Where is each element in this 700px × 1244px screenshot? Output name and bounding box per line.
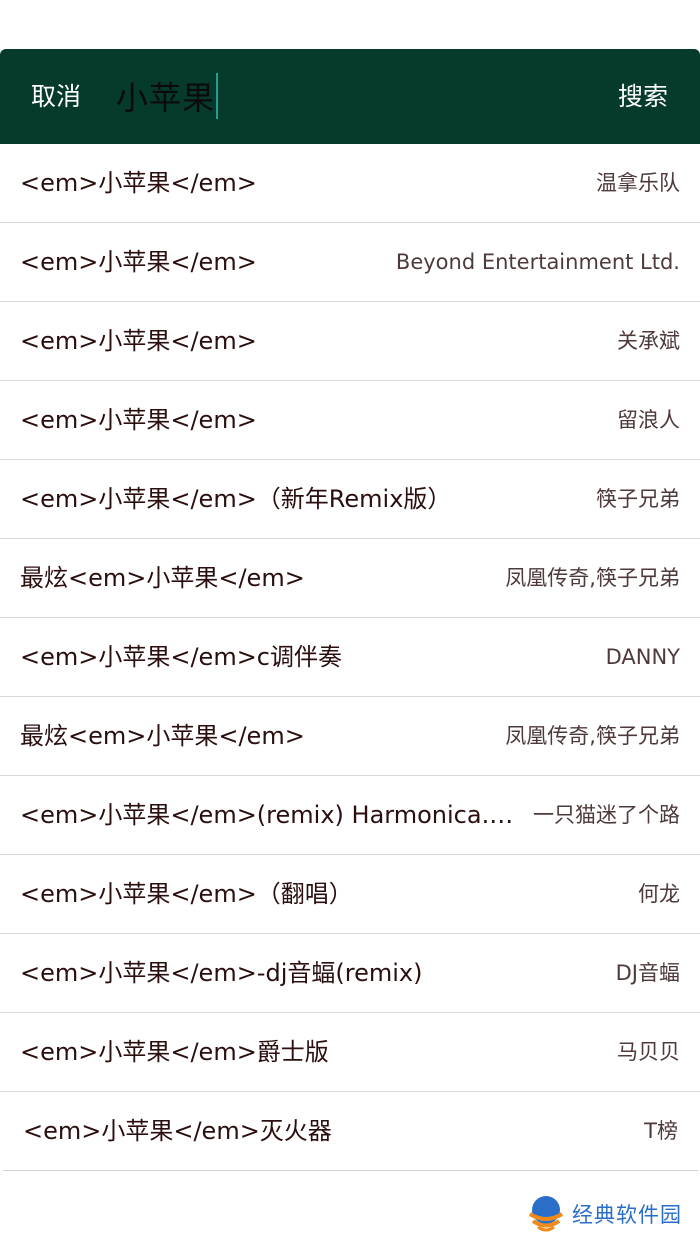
result-item[interactable]: <em>小苹果</em> 关承斌 — [0, 302, 700, 381]
song-title: <em>小苹果</em> — [20, 327, 257, 355]
result-item[interactable]: <em>小苹果</em> 温拿乐队 — [0, 144, 700, 223]
result-item[interactable]: <em>小苹果</em>(remix) Harmonica.V... 一只猫迷了… — [0, 776, 700, 855]
watermark: 经典软件园 — [526, 1192, 682, 1236]
result-item[interactable]: <em>小苹果</em>（新年Remix版） 筷子兄弟 — [0, 460, 700, 539]
song-title: <em>小苹果</em>-dj音蝠(remix) — [20, 959, 423, 987]
globe-logo-icon — [528, 1196, 564, 1232]
song-artist: DJ音蝠 — [609, 934, 680, 1012]
song-title: <em>小苹果</em> — [20, 248, 257, 276]
result-item[interactable]: 最炫<em>小苹果</em> 凤凰传奇,筷子兄弟 — [0, 539, 700, 618]
search-header: 取消 小苹果 搜索 — [0, 49, 700, 144]
song-artist: 凤凰传奇,筷子兄弟 — [499, 539, 680, 617]
song-title: 最炫<em>小苹果</em> — [20, 722, 305, 750]
result-item[interactable]: <em>小苹果</em>-dj音蝠(remix) DJ音蝠 — [0, 934, 700, 1013]
result-item[interactable]: <em>小苹果</em> Beyond Entertainment Ltd. — [0, 223, 700, 302]
song-title: <em>小苹果</em>（翻唱） — [20, 880, 353, 908]
song-artist: 关承斌 — [611, 302, 680, 380]
search-button[interactable]: 搜索 — [618, 49, 668, 144]
song-title: <em>小苹果</em>c调伴奏 — [20, 643, 343, 671]
result-item[interactable]: <em>小苹果</em>爵士版 马贝贝 — [0, 1013, 700, 1092]
song-title: <em>小苹果</em>(remix) Harmonica.V... — [20, 801, 520, 829]
song-artist: 马贝贝 — [611, 1013, 680, 1091]
result-item[interactable]: <em>小苹果</em>（翻唱） 何龙 — [0, 855, 700, 934]
song-title: 最炫<em>小苹果</em> — [20, 564, 305, 592]
result-item[interactable]: <em>小苹果</em>c调伴奏 DANNY — [0, 618, 700, 697]
search-input[interactable]: 小苹果 — [116, 71, 576, 121]
watermark-text: 经典软件园 — [572, 1203, 682, 1227]
song-artist: 凤凰传奇,筷子兄弟 — [499, 697, 680, 775]
cancel-button[interactable]: 取消 — [31, 49, 81, 144]
result-item[interactable]: <em>小苹果</em> 留浪人 — [0, 381, 700, 460]
result-item[interactable]: <em>小苹果</em>灭火器 T榜 — [3, 1092, 698, 1171]
search-query-text: 小苹果 — [116, 79, 216, 117]
song-artist: 一只猫迷了个路 — [527, 776, 680, 854]
result-item[interactable]: 最炫<em>小苹果</em> 凤凰传奇,筷子兄弟 — [0, 697, 700, 776]
text-cursor — [216, 73, 219, 119]
song-artist: 何龙 — [632, 855, 680, 933]
song-title: <em>小苹果</em>灭火器 — [23, 1117, 332, 1145]
song-title: <em>小苹果</em> — [20, 406, 257, 434]
song-title: <em>小苹果</em>爵士版 — [20, 1038, 329, 1066]
song-artist: DANNY — [599, 618, 680, 696]
song-title: <em>小苹果</em> — [20, 169, 257, 197]
status-bar-area — [0, 0, 700, 49]
song-artist: 温拿乐队 — [590, 144, 680, 222]
song-artist: 留浪人 — [611, 381, 680, 459]
song-artist: 筷子兄弟 — [590, 460, 680, 538]
song-artist: T榜 — [638, 1092, 678, 1170]
song-artist: Beyond Entertainment Ltd. — [389, 223, 680, 301]
search-result-list: <em>小苹果</em> 温拿乐队 <em>小苹果</em> Beyond En… — [0, 144, 700, 1171]
song-title: <em>小苹果</em>（新年Remix版） — [20, 485, 452, 513]
